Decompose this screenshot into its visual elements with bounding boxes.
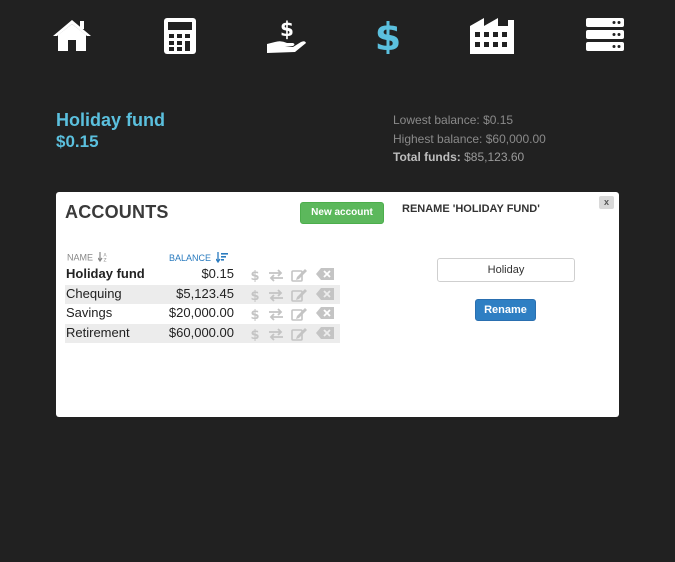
- highest-balance-value: $60,000.00: [485, 131, 546, 146]
- total-funds: Total funds: $85,123.60: [393, 148, 546, 167]
- svg-text:$: $: [250, 269, 259, 282]
- delete-icon[interactable]: [316, 326, 334, 339]
- table-row[interactable]: Holiday fund $0.15 $: [65, 265, 340, 285]
- highest-balance: Highest balance: $60,000.00: [393, 130, 546, 149]
- account-name: Holiday fund: [66, 266, 145, 281]
- svg-text:$: $: [375, 18, 401, 54]
- dollar-icon[interactable]: $: [250, 327, 260, 341]
- selected-fund-name: Holiday fund: [56, 110, 165, 130]
- dollar-icon[interactable]: $: [250, 268, 260, 282]
- selected-fund-balance: $0.15: [56, 132, 99, 151]
- transfer-icon[interactable]: [268, 307, 284, 321]
- transfer-icon[interactable]: [268, 327, 284, 341]
- server-icon[interactable]: [586, 18, 624, 52]
- table-row[interactable]: Retirement $60,000.00 $: [65, 323, 340, 344]
- highest-balance-label: Highest balance:: [393, 131, 483, 146]
- edit-icon[interactable]: [291, 327, 307, 341]
- svg-text:Z: Z: [103, 258, 106, 263]
- column-header-name[interactable]: NAME A Z: [67, 252, 108, 264]
- accounts-panel: ACCOUNTS New account NAME A Z BALANCE Ho…: [56, 192, 619, 417]
- table-row[interactable]: Chequing $5,123.45 $: [65, 284, 340, 305]
- sort-alpha-icon: A Z: [97, 252, 108, 264]
- account-name: Retirement: [66, 324, 130, 340]
- lowest-balance: Lowest balance: $0.15: [393, 111, 546, 130]
- svg-text:$: $: [250, 308, 259, 321]
- account-name: Chequing: [66, 285, 122, 301]
- column-header-balance-label: BALANCE: [169, 252, 212, 263]
- sort-amount-icon: [215, 252, 228, 265]
- account-balance: $60,000.00: [168, 324, 234, 340]
- total-funds-value: $85,123.60: [464, 150, 525, 164]
- svg-text:$: $: [280, 18, 294, 41]
- edit-icon[interactable]: [291, 268, 307, 282]
- rename-input[interactable]: [437, 258, 575, 282]
- accounts-table: Holiday fund $0.15 $ Chequing $5,123.45 …: [65, 265, 340, 344]
- edit-icon[interactable]: [291, 288, 307, 302]
- rename-title: RENAME 'HOLIDAY FUND': [402, 203, 540, 215]
- close-button[interactable]: x: [599, 196, 614, 209]
- lowest-balance-value: $0.15: [483, 113, 514, 127]
- edit-icon[interactable]: [291, 307, 307, 321]
- table-row[interactable]: Savings $20,000.00 $: [65, 304, 340, 324]
- accounts-title: ACCOUNTS: [65, 202, 169, 222]
- account-balance: $20,000.00: [168, 305, 234, 321]
- calculator-icon[interactable]: [164, 18, 196, 54]
- dollar-icon[interactable]: $: [250, 288, 260, 302]
- column-header-balance[interactable]: BALANCE: [169, 252, 228, 265]
- rename-button[interactable]: Rename: [475, 299, 536, 321]
- top-nav: $ $: [0, 0, 675, 70]
- transfer-icon[interactable]: [268, 288, 284, 302]
- lowest-balance-label: Lowest balance:: [393, 113, 480, 127]
- account-name: Savings: [66, 305, 113, 321]
- total-funds-label: Total funds:: [393, 150, 461, 164]
- balance-stats: Lowest balance: $0.15 Highest balance: $…: [393, 111, 546, 167]
- home-icon[interactable]: [52, 18, 92, 52]
- dollar-icon[interactable]: $: [250, 307, 260, 321]
- transfer-icon[interactable]: [268, 268, 284, 282]
- new-account-button[interactable]: New account: [300, 202, 384, 224]
- delete-icon[interactable]: [316, 268, 334, 280]
- delete-icon[interactable]: [316, 287, 334, 300]
- delete-icon[interactable]: [316, 307, 334, 320]
- hand-dollar-icon[interactable]: $: [267, 18, 307, 54]
- svg-text:$: $: [250, 289, 259, 302]
- column-header-name-label: NAME: [67, 252, 94, 263]
- building-icon[interactable]: [470, 18, 516, 54]
- account-balance: $0.15: [201, 266, 234, 281]
- svg-text:$: $: [250, 328, 259, 341]
- dollar-icon[interactable]: $: [375, 18, 401, 54]
- account-balance: $5,123.45: [176, 285, 234, 301]
